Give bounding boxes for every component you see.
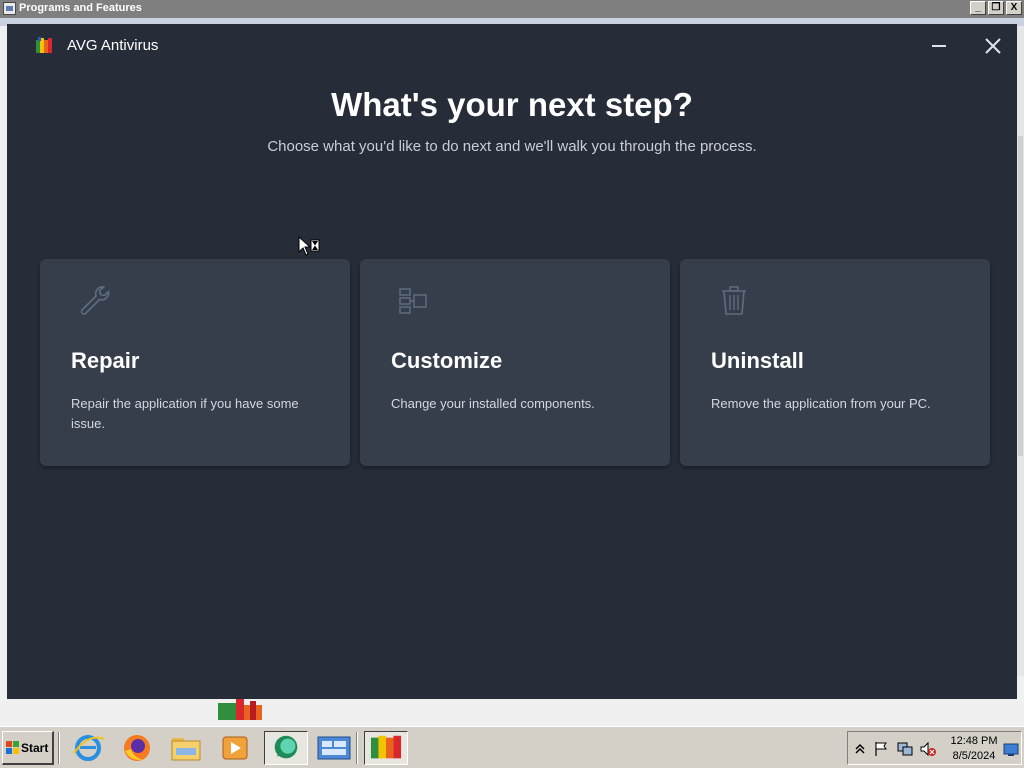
show-hidden-icons-chevron[interactable] — [851, 740, 869, 758]
avg-logo-icon — [36, 37, 52, 53]
start-button[interactable]: Start — [2, 731, 54, 765]
uninstall-card-description: Remove the application from your PC. — [711, 396, 931, 411]
page-heading: What's your next step? — [331, 86, 693, 123]
clock-date[interactable]: 8/5/2024 — [944, 750, 1004, 762]
avg-installer-window: AVG Antivirus What's your next step? Cho… — [7, 24, 1017, 699]
media-player-icon[interactable] — [213, 731, 257, 765]
customize-card-title: Customize — [391, 348, 503, 373]
repair-card-title: Repair — [71, 348, 140, 373]
uninstall-card[interactable]: Uninstall Remove the application from yo… — [680, 259, 990, 466]
uninstall-card-title: Uninstall — [711, 348, 804, 373]
background-scrollbar-thumb[interactable] — [1018, 136, 1023, 456]
repair-card-description: Repair the application if you have some … — [71, 396, 299, 431]
components-icon — [399, 288, 427, 314]
windows-logo-icon — [6, 741, 19, 754]
start-label: Start — [21, 741, 49, 755]
customize-card[interactable]: Customize Change your installed componen… — [360, 259, 670, 466]
network-icon[interactable] — [896, 740, 914, 758]
background-close-button[interactable]: X — [1006, 1, 1022, 15]
taskbar-divider — [58, 732, 60, 764]
app-title: AVG Antivirus — [67, 37, 159, 54]
taskbar-divider — [356, 732, 358, 764]
avg-icon — [370, 735, 402, 759]
close-icon[interactable] — [981, 34, 1005, 58]
busy-cursor-icon — [298, 236, 320, 256]
firefox-icon[interactable] — [115, 731, 159, 765]
background-window-title: Programs and Features — [19, 2, 142, 14]
programs-features-icon — [3, 2, 16, 15]
taskbar: Start 12:48 PM 8/5/2024 — [0, 726, 1024, 768]
avg-floating-icon — [218, 699, 262, 720]
page-subheading: Choose what you'd like to do next and we… — [267, 138, 757, 155]
background-minimize-button[interactable]: _ — [970, 1, 986, 15]
background-restore-button[interactable]: ❐ — [988, 1, 1004, 15]
minimize-button[interactable] — [927, 34, 951, 58]
internet-explorer-icon[interactable] — [66, 731, 110, 765]
control-panel-icon[interactable] — [312, 731, 356, 765]
file-explorer-icon[interactable] — [164, 731, 208, 765]
background-window-titlebar[interactable]: Programs and Features _ ❐ X — [0, 0, 1024, 18]
chat-app-icon — [274, 735, 298, 759]
wrench-icon — [80, 286, 110, 315]
background-scrollbar[interactable] — [1017, 26, 1024, 676]
volume-muted-icon[interactable] — [919, 740, 937, 758]
clock-time[interactable]: 12:48 PM — [944, 735, 1004, 747]
avg-titlebar[interactable]: AVG Antivirus — [7, 24, 1017, 68]
action-center-flag-icon[interactable] — [872, 740, 890, 758]
avg-taskbar-button[interactable] — [364, 731, 408, 765]
trash-icon — [722, 286, 746, 315]
customize-card-description: Change your installed components. — [391, 396, 595, 411]
repair-card[interactable]: Repair Repair the application if you hav… — [40, 259, 350, 466]
show-desktop-icon[interactable] — [1002, 740, 1020, 758]
system-tray: 12:48 PM 8/5/2024 — [847, 731, 1022, 765]
chat-app-button[interactable] — [264, 731, 308, 765]
